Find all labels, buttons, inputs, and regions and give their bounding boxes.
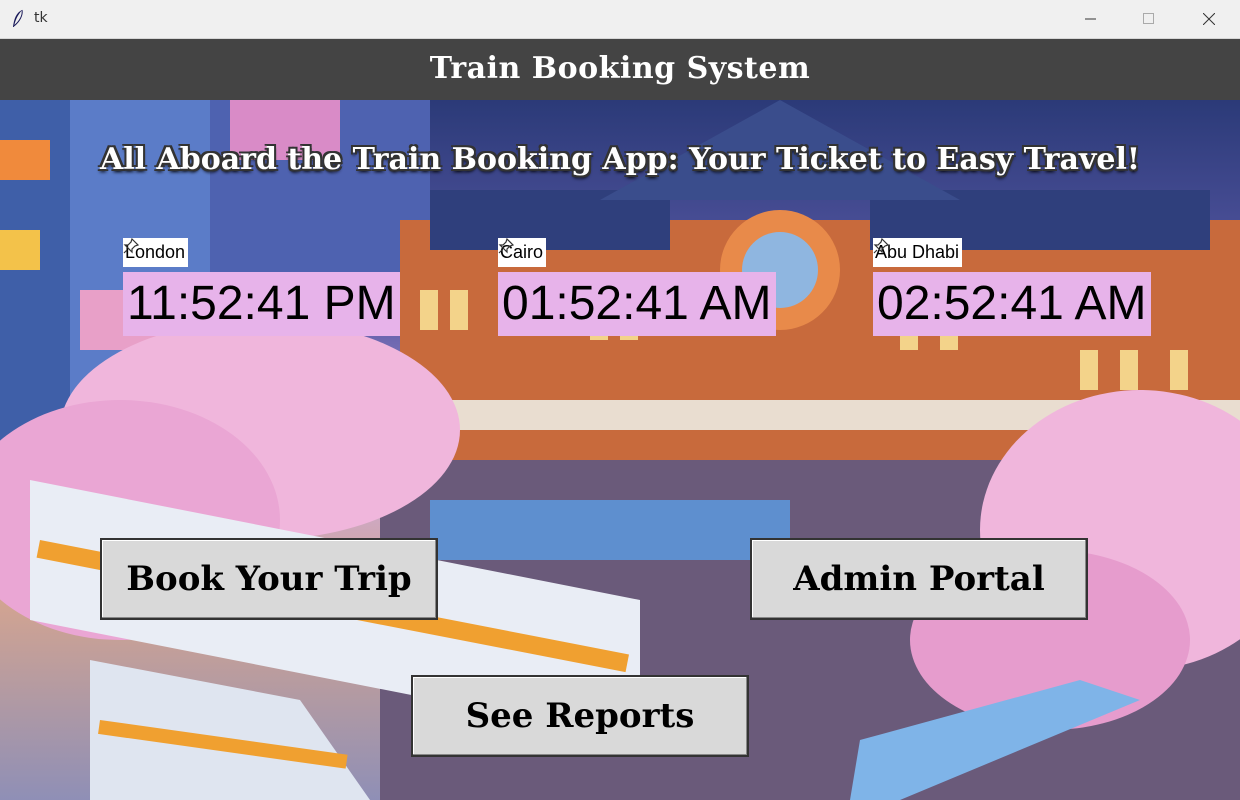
city-label-cairo: Cairo	[498, 238, 547, 267]
minimize-button[interactable]	[1062, 0, 1120, 38]
clock-abu-dhabi: 02:52:41 AM	[873, 272, 1151, 336]
tagline: All Aboard the Train Booking App: Your T…	[99, 142, 1141, 177]
maximize-icon	[1143, 13, 1154, 24]
see-reports-button[interactable]: See Reports	[411, 675, 749, 757]
book-your-trip-button[interactable]: Book Your Trip	[100, 538, 438, 620]
app-title: Train Booking System	[429, 51, 811, 86]
feather-icon	[13, 9, 23, 27]
close-icon	[1203, 13, 1215, 25]
pin-icon	[498, 238, 514, 254]
admin-portal-button[interactable]: Admin Portal	[750, 538, 1088, 620]
app-header: Train Booking System	[0, 39, 1240, 100]
clock-london: 11:52:41 PM	[123, 272, 400, 336]
background-scene: All Aboard the Train Booking App: Your T…	[0, 100, 1240, 800]
close-button[interactable]	[1180, 0, 1238, 38]
clock-cairo: 01:52:41 AM	[498, 272, 776, 336]
pin-icon	[123, 238, 139, 254]
window-title: tk	[34, 10, 48, 26]
city-label-london: London	[123, 238, 189, 267]
maximize-button[interactable]	[1120, 0, 1178, 38]
window-titlebar: tk	[0, 0, 1240, 39]
pin-icon	[873, 238, 889, 254]
city-label-abu-dhabi: Abu Dhabi	[873, 238, 963, 267]
minimize-icon	[1085, 18, 1096, 20]
